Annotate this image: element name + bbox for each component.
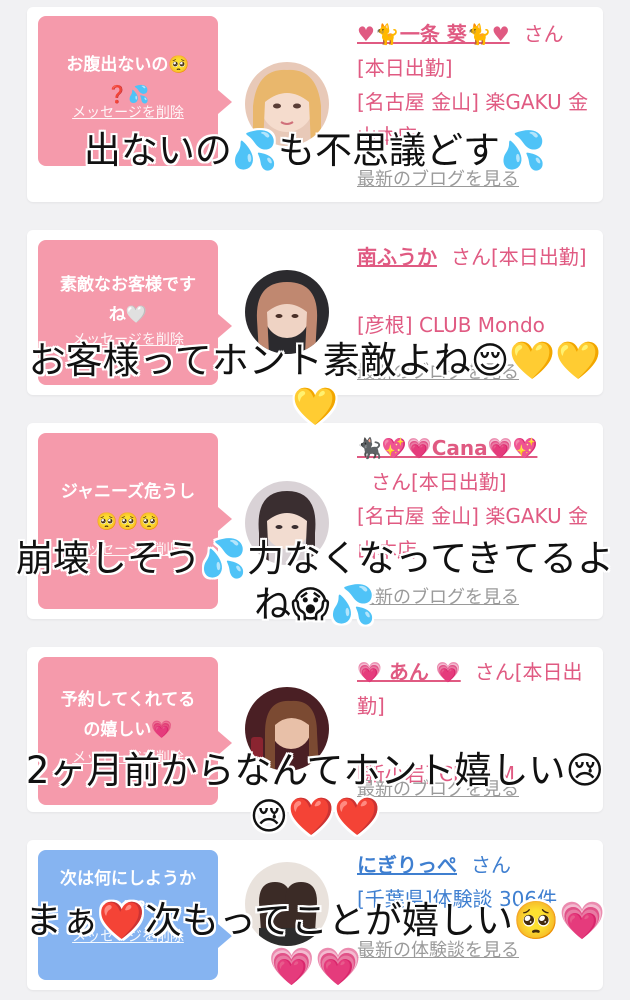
- overlay-caption: 2ヶ月前からなんてホント嬉しい😢😢❤️❤️: [25, 749, 605, 838]
- message-text: ジャニーズ危うし🥺🥺🥺: [60, 482, 196, 532]
- message-text: 素敵なお客様ですね🤍: [60, 275, 196, 325]
- shop-name: [彦根] CLUB Mondo: [357, 313, 545, 337]
- honorific: さん: [451, 245, 491, 269]
- cast-info: 南ふうか さん[本日出勤] [彦根] CLUB Mondo: [357, 240, 597, 342]
- work-status: [本日出勤]: [411, 470, 507, 494]
- cast-name-link[interactable]: にぎりっぺ: [357, 853, 457, 877]
- honorific: さん: [371, 470, 411, 494]
- cast-name-link[interactable]: 🐈‍⬛💖💗Cana💗💖: [357, 436, 537, 460]
- delete-message-link[interactable]: メッセージを削除: [38, 104, 218, 122]
- overlay-caption: 出ないの💦も不思議どす💦: [83, 129, 547, 172]
- message-text: お腹出ないの🥺❓💦: [66, 55, 190, 105]
- message-text: 予約してくれてるの嬉しい💗: [60, 690, 196, 740]
- cast-name-link[interactable]: 南ふうか: [357, 245, 437, 269]
- cast-name-link[interactable]: 💗 あん 💗: [357, 660, 461, 684]
- honorific: さん: [474, 660, 515, 684]
- overlay-caption: お客様ってホント素敵よね😌💛💛💛: [28, 339, 602, 428]
- overlay-caption: 崩壊しそう💦力なくなってきてるよね😱💦: [15, 537, 615, 626]
- work-status: [本日出勤]: [491, 245, 587, 269]
- honorific: さん: [471, 853, 511, 877]
- overlay-caption: まぁ❤️次もってことが嬉しい🥺💗💗💗: [24, 899, 606, 988]
- cast-name-link[interactable]: ♥🐈一条 葵🐈♥: [357, 22, 510, 46]
- honorific: さん: [523, 22, 564, 46]
- work-status: [本日出勤]: [357, 56, 453, 80]
